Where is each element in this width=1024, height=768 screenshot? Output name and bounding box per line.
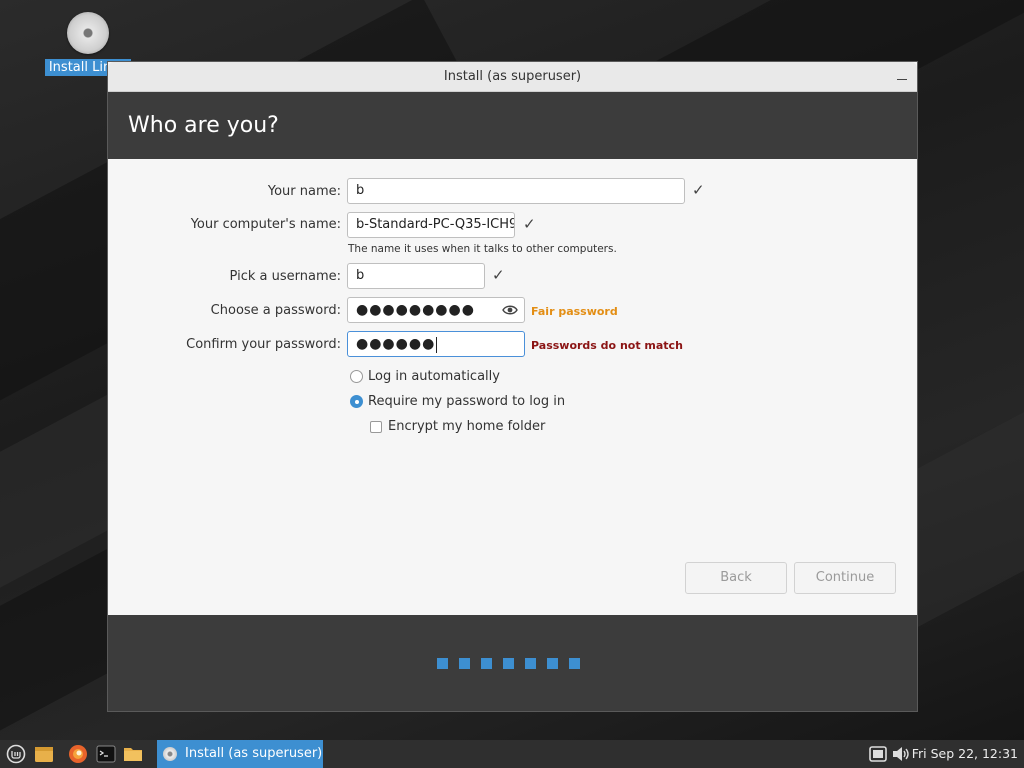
password-input[interactable]: ●●●●●●●●● bbox=[347, 297, 525, 323]
volume-icon[interactable] bbox=[891, 744, 911, 764]
progress-footer bbox=[108, 615, 917, 711]
progress-step-dot bbox=[547, 658, 558, 669]
computer-name-input[interactable]: b-Standard-PC-Q35-ICH9 bbox=[347, 212, 515, 238]
name-label: Your name: bbox=[267, 184, 341, 199]
terminal-icon[interactable] bbox=[96, 744, 116, 764]
encrypt-home-label: Encrypt my home folder bbox=[388, 419, 546, 434]
progress-step-dot bbox=[481, 658, 492, 669]
auto-login-option[interactable]: Log in automatically bbox=[350, 369, 500, 384]
require-password-label: Require my password to log in bbox=[368, 394, 566, 409]
back-button[interactable]: Back bbox=[685, 562, 787, 594]
show-desktop-icon[interactable] bbox=[34, 744, 54, 764]
password-label: Choose a password: bbox=[210, 303, 341, 318]
password-strength-text: Fair password bbox=[531, 305, 618, 318]
encrypt-home-option[interactable]: Encrypt my home folder bbox=[370, 419, 545, 434]
disc-icon bbox=[67, 12, 109, 54]
confirm-password-mask: ●●●●●● bbox=[356, 336, 436, 352]
computer-name-label: Your computer's name: bbox=[190, 217, 341, 232]
password-mask: ●●●●●●●●● bbox=[356, 302, 475, 318]
auto-login-label: Log in automatically bbox=[368, 369, 500, 384]
progress-step-dot bbox=[503, 658, 514, 669]
taskbar-window-label: Install (as superuser) bbox=[185, 746, 323, 761]
mint-menu-icon[interactable] bbox=[6, 744, 26, 764]
require-password-option[interactable]: Require my password to log in bbox=[350, 394, 565, 409]
page-title: Who are you? bbox=[128, 113, 279, 138]
show-password-eye-icon[interactable] bbox=[502, 302, 518, 318]
text-cursor bbox=[436, 336, 438, 353]
username-label: Pick a username: bbox=[229, 269, 341, 284]
progress-steps bbox=[437, 658, 580, 669]
firefox-icon[interactable] bbox=[68, 744, 88, 764]
clock[interactable]: Fri Sep 22, 12:31 bbox=[912, 740, 1018, 768]
name-input[interactable]: b bbox=[347, 178, 685, 204]
computer-name-hint: The name it uses when it talks to other … bbox=[348, 243, 617, 255]
page-header: Who are you? bbox=[108, 92, 917, 159]
password-mismatch-text: Passwords do not match bbox=[531, 339, 683, 352]
window-titlebar[interactable]: Install (as superuser) bbox=[108, 62, 917, 92]
confirm-password-label: Confirm your password: bbox=[186, 337, 341, 352]
taskbar: Install (as superuser) Fri Sep 22, 12:31 bbox=[0, 740, 1024, 768]
disc-icon bbox=[163, 747, 177, 761]
encrypt-home-checkbox[interactable] bbox=[370, 420, 382, 433]
taskbar-window-installer[interactable]: Install (as superuser) bbox=[157, 740, 323, 768]
network-icon[interactable] bbox=[868, 744, 888, 764]
require-password-radio[interactable] bbox=[350, 395, 363, 408]
name-valid-check-icon: ✓ bbox=[692, 181, 705, 199]
computer-name-valid-check-icon: ✓ bbox=[523, 215, 536, 233]
confirm-password-input[interactable]: ●●●●●● bbox=[347, 331, 525, 357]
form-area: Your name: b ✓ Your computer's name: b-S… bbox=[108, 159, 917, 616]
installer-window: Install (as superuser) Who are you? Your… bbox=[107, 61, 918, 712]
username-input[interactable]: b bbox=[347, 263, 485, 289]
username-valid-check-icon: ✓ bbox=[492, 266, 505, 284]
continue-button[interactable]: Continue bbox=[794, 562, 896, 594]
auto-login-radio[interactable] bbox=[350, 370, 363, 383]
progress-step-dot bbox=[569, 658, 580, 669]
progress-step-dot bbox=[525, 658, 536, 669]
files-icon[interactable] bbox=[123, 744, 143, 764]
minimize-button[interactable] bbox=[895, 62, 909, 91]
window-title: Install (as superuser) bbox=[443, 69, 582, 84]
progress-step-dot bbox=[437, 658, 448, 669]
progress-step-dot bbox=[459, 658, 470, 669]
